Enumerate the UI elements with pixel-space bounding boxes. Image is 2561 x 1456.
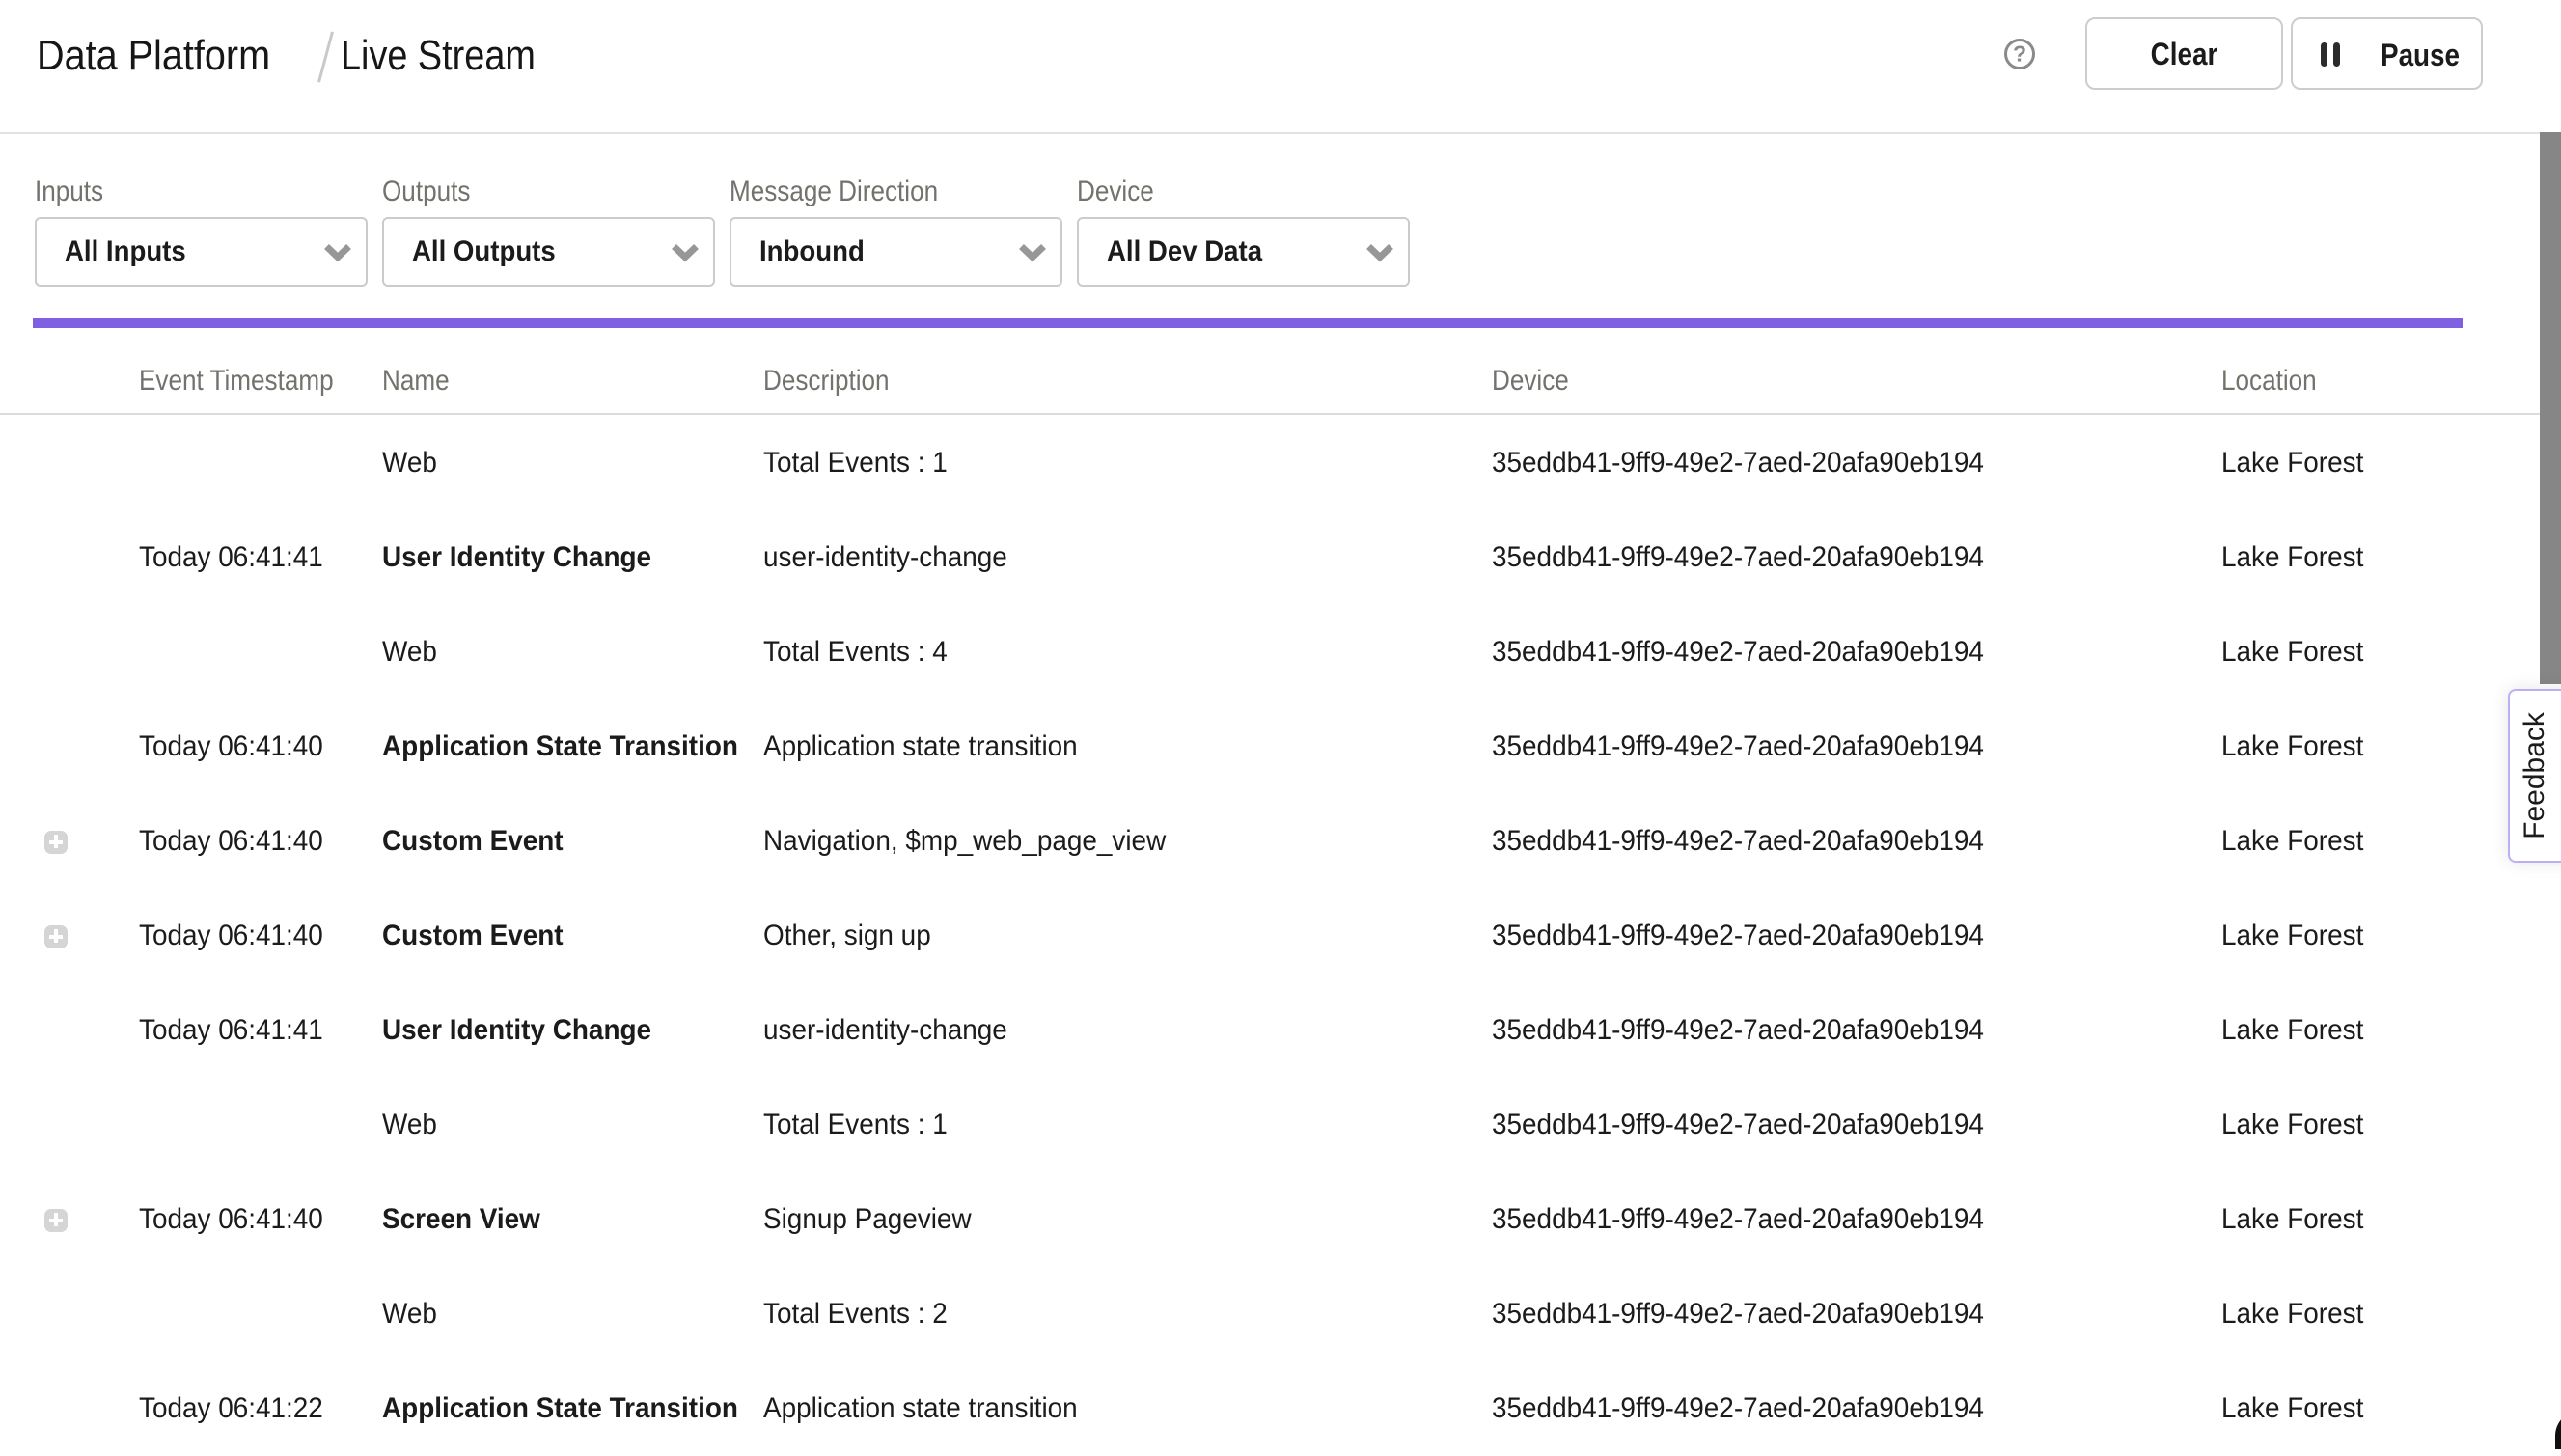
- svg-text:?: ?: [2013, 41, 2026, 67]
